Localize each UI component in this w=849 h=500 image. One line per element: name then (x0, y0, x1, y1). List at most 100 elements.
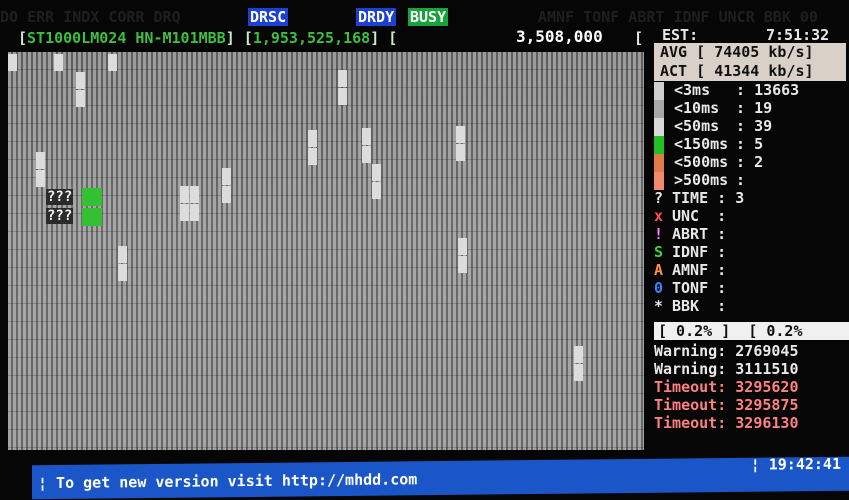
scan-block-light (362, 128, 371, 145)
inactive-flags-left: DO ERR INDX CORR DRQ (0, 8, 181, 26)
scan-block-light (574, 346, 583, 363)
status-flags-row: DO ERR INDX CORR DRQ DRSC DRDY BUSY AMNF… (0, 8, 849, 28)
scan-block-light (190, 204, 199, 221)
log-value: 3296130 (735, 414, 799, 432)
bracket-open: [ (18, 29, 28, 47)
scan-map: ??? ??? (8, 52, 644, 450)
a-icon: A (654, 261, 664, 279)
error-row-idnf: S IDNF : (654, 243, 736, 261)
log-value: 3111510 (735, 360, 799, 378)
scan-block-light (190, 186, 199, 203)
scan-block-light (36, 152, 45, 169)
log-kind: Timeout: (654, 378, 727, 396)
lba-current: 3,508,000 (516, 27, 603, 46)
question-icon: ? (654, 189, 664, 207)
log-entry-warning: Warning: 2769045 (654, 342, 799, 360)
bucket-value: 13663 (754, 81, 800, 99)
bracket-close: ] (225, 29, 235, 47)
log-kind: Timeout: (654, 414, 727, 432)
bucket-swatch-50ms (654, 118, 664, 136)
est-label: EST: (662, 26, 699, 44)
bucket-swatch-10ms (654, 100, 664, 118)
bucket-label: <3ms (674, 81, 711, 99)
scan-block-light (54, 54, 63, 71)
progress-left: [ 0.2% ] (658, 322, 731, 340)
scan-block-light (338, 70, 347, 87)
bucket-value: 5 (754, 135, 764, 153)
log-entry-timeout: Timeout: 3295875 (654, 396, 799, 414)
avg-label: AVG (660, 43, 688, 61)
drive-model: ST1000LM024 HN-M101MBB (27, 29, 226, 47)
scan-block-light (456, 144, 465, 161)
scan-block-light (308, 148, 317, 165)
error-row-time: ? TIME : 3 (654, 189, 745, 207)
log-entry-warning: Warning: 3111510 (654, 360, 799, 378)
scan-block-light (8, 54, 17, 71)
scan-block-light (222, 186, 231, 203)
log-kind: Warning: (654, 360, 727, 378)
log-value: 2769045 (735, 342, 799, 360)
act-label: ACT (660, 62, 688, 80)
error-row-abrt: ! ABRT : (654, 225, 736, 243)
log-value: 3295620 (735, 378, 799, 396)
bucket-value: 2 (754, 153, 764, 171)
flag-busy: BUSY (408, 8, 449, 26)
scan-block-light (372, 164, 381, 181)
scan-block-light (180, 186, 189, 203)
scan-block-light (36, 170, 45, 187)
scan-block-light (76, 90, 85, 107)
version-hint-message: ¦ To get new version visit http://mhdd.c… (38, 470, 418, 493)
stats-panel: EST: 7:51:32 AVG [ 74405 kb/s] ACT [ 413… (650, 26, 849, 446)
scan-block-light (574, 364, 583, 381)
log-kind: Warning: (654, 342, 727, 360)
progress-row: [ 0.2% ] [ 0.2% (654, 322, 849, 340)
log-entry-timeout: Timeout: 3296130 (654, 414, 799, 432)
inactive-flags-right: AMNF TONF ABRT IDNF UNCR BBK 00 (538, 8, 818, 26)
scan-block-light (76, 72, 85, 89)
bracket-open: [ (634, 29, 644, 47)
scan-block-light (118, 264, 127, 281)
error-label: IDNF (672, 243, 709, 261)
error-label: TONF (672, 279, 709, 297)
bracket-close: ] (370, 29, 380, 47)
log-value: 3295875 (735, 396, 799, 414)
error-row-tonf: 0 TONF : (654, 279, 736, 297)
bucket-label: <50ms (674, 117, 720, 135)
flag-drsc: DRSC (248, 8, 289, 26)
drive-info-row: [ST1000LM024 HN-M101MBB] [1,953,525,168]… (18, 29, 397, 47)
timeout-marker: ??? (46, 189, 74, 205)
error-label: AMNF (672, 261, 709, 279)
scan-block-light (308, 130, 317, 147)
bucket-label: <500ms (674, 153, 729, 171)
log-entry-timeout: Timeout: 3295620 (654, 378, 799, 396)
bucket-label: <150ms (674, 135, 729, 153)
exclamation-icon: ! (654, 225, 664, 243)
error-row-bbk: * BBK : (654, 297, 736, 315)
bucket-swatch-500ms (654, 154, 664, 172)
error-label: ABRT (672, 225, 709, 243)
bucket-swatch-3ms (654, 82, 664, 100)
scan-block-light (222, 168, 231, 185)
zero-icon: 0 (654, 279, 664, 297)
scan-block-light (456, 126, 465, 143)
s-icon: S (654, 243, 664, 261)
error-label: UNC (672, 207, 700, 225)
error-value: 3 (735, 189, 745, 207)
scan-block-light (108, 54, 117, 71)
bucket-value: 39 (754, 117, 773, 135)
bottom-status-bar: ¦ To get new version visit http://mhdd.c… (32, 455, 849, 500)
bucket-label: >500ms (674, 171, 729, 189)
bracket-open: [ (243, 29, 253, 47)
scan-block-light (458, 238, 467, 255)
bucket-value: 19 (754, 99, 773, 117)
asterisk-icon: * (654, 297, 664, 315)
bucket-swatch-over-500ms (654, 172, 664, 190)
scan-block-light (118, 246, 127, 263)
scan-block-light (180, 204, 189, 221)
error-row-unc: x UNC : (654, 207, 736, 225)
act-value: 41344 kb/s (714, 62, 805, 80)
slow-block-green (82, 188, 102, 206)
log-kind: Timeout: (654, 396, 727, 414)
scan-block-light (458, 256, 467, 273)
bucket-swatch-150ms (654, 136, 664, 154)
